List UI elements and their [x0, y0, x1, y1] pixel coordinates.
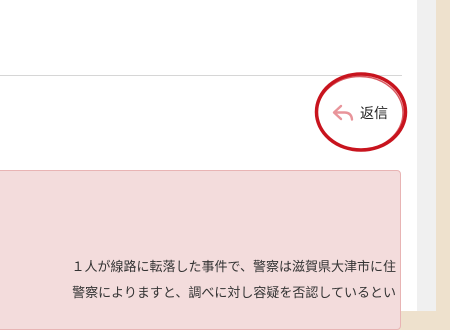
reply-button[interactable]: 返信: [332, 101, 388, 125]
content-panel: 返信 １人が線路に転落した事件で、警察は滋賀県大津市に住 警察によりますと、調べ…: [0, 0, 417, 330]
scrollbar-track[interactable]: [417, 0, 436, 311]
message-body: １人が線路に転落した事件で、警察は滋賀県大津市に住 警察によりますと、調べに対し…: [0, 255, 396, 307]
message-line: １人が線路に転落した事件で、警察は滋賀県大津市に住: [71, 260, 396, 275]
message-line: 警察によりますと、調べに対し容疑を否認しているとい: [72, 286, 396, 301]
reply-label: 返信: [360, 106, 388, 122]
section-divider: [0, 75, 402, 76]
reply-arrow-icon: [332, 104, 354, 122]
